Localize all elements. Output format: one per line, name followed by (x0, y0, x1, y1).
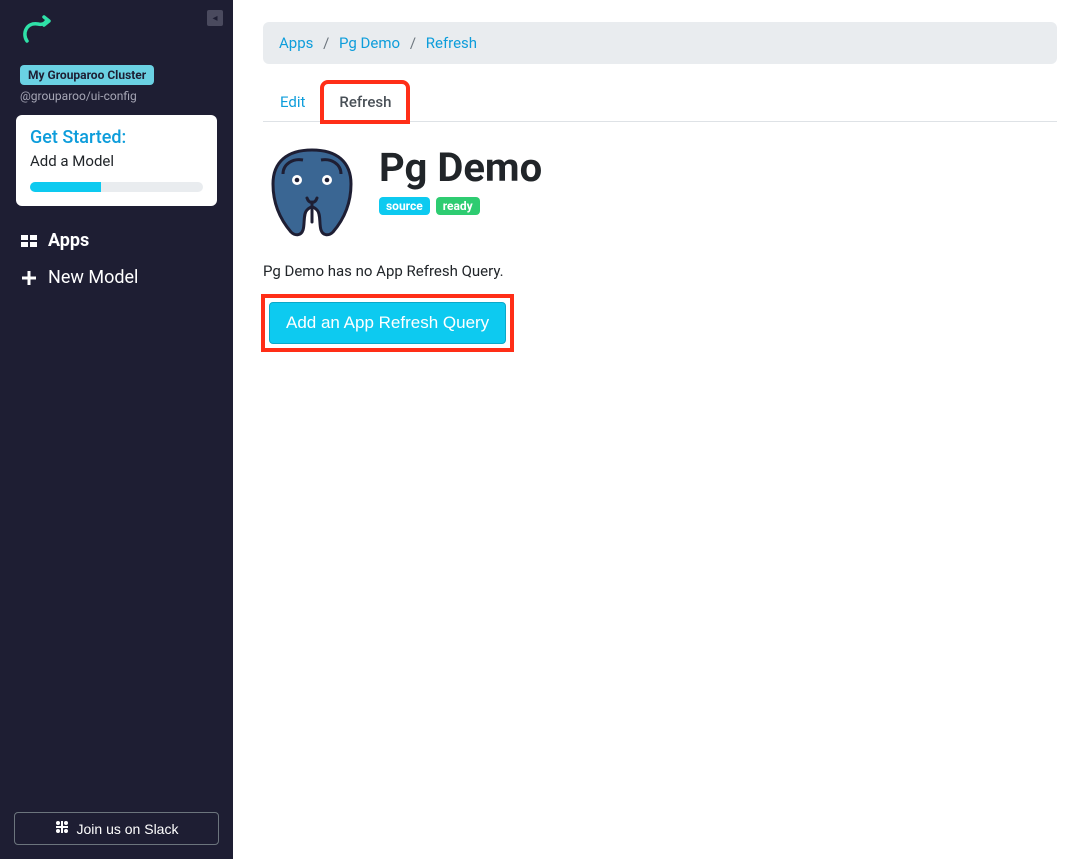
badge-ready: ready (436, 197, 480, 215)
sidebar-item-new-model[interactable]: New Model (10, 259, 223, 296)
breadcrumb-pg-demo[interactable]: Pg Demo (339, 34, 400, 52)
sidebar-item-label: New Model (48, 267, 138, 288)
breadcrumb: Apps / Pg Demo / Refresh (263, 22, 1057, 64)
cluster-subtitle: @grouparoo/ui-config (20, 89, 219, 103)
sidebar: ◂ My Grouparoo Cluster @grouparoo/ui-con… (0, 0, 233, 859)
onboarding-progress (30, 182, 203, 192)
breadcrumb-apps[interactable]: Apps (279, 34, 313, 52)
app-badges: source ready (379, 197, 542, 215)
app-header: Pg Demo source ready (263, 144, 1057, 242)
main-content: Apps / Pg Demo / Refresh Edit Refresh Pg… (233, 0, 1087, 859)
get-started-subtitle: Add a Model (30, 152, 203, 170)
get-started-card[interactable]: Get Started: Add a Model (16, 115, 217, 206)
sidebar-nav: Apps New Model (6, 222, 227, 296)
postgres-icon (263, 144, 361, 242)
add-refresh-query-highlight: Add an App Refresh Query (263, 296, 512, 350)
caret-left-icon: ◂ (212, 13, 217, 24)
join-slack-label: Join us on Slack (77, 821, 179, 837)
breadcrumb-refresh[interactable]: Refresh (426, 34, 477, 52)
join-slack-button[interactable]: Join us on Slack (14, 812, 219, 845)
grouparoo-logo-icon (20, 14, 219, 52)
add-refresh-query-button[interactable]: Add an App Refresh Query (269, 302, 506, 344)
no-refresh-query-text: Pg Demo has no App Refresh Query. (263, 262, 1057, 280)
plus-icon (20, 271, 38, 285)
app-header-text: Pg Demo source ready (379, 144, 542, 215)
badge-source: source (379, 197, 430, 215)
sidebar-footer: Join us on Slack (6, 812, 227, 849)
get-started-title: Get Started: (30, 127, 203, 148)
collapse-sidebar-button[interactable]: ◂ (207, 10, 223, 26)
sidebar-item-label: Apps (48, 230, 89, 251)
cluster-badge[interactable]: My Grouparoo Cluster (20, 65, 154, 85)
sidebar-item-apps[interactable]: Apps (10, 222, 223, 259)
breadcrumb-separator: / (323, 34, 329, 52)
slack-icon (55, 820, 69, 837)
onboarding-progress-fill (30, 182, 101, 192)
tab-refresh[interactable]: Refresh (322, 82, 408, 122)
app-title: Pg Demo (379, 144, 542, 191)
grid-icon (20, 233, 38, 249)
tabs: Edit Refresh (263, 82, 1057, 122)
tab-edit[interactable]: Edit (263, 82, 322, 122)
sidebar-header: My Grouparoo Cluster @grouparoo/ui-confi… (6, 10, 227, 222)
breadcrumb-separator: / (410, 34, 416, 52)
